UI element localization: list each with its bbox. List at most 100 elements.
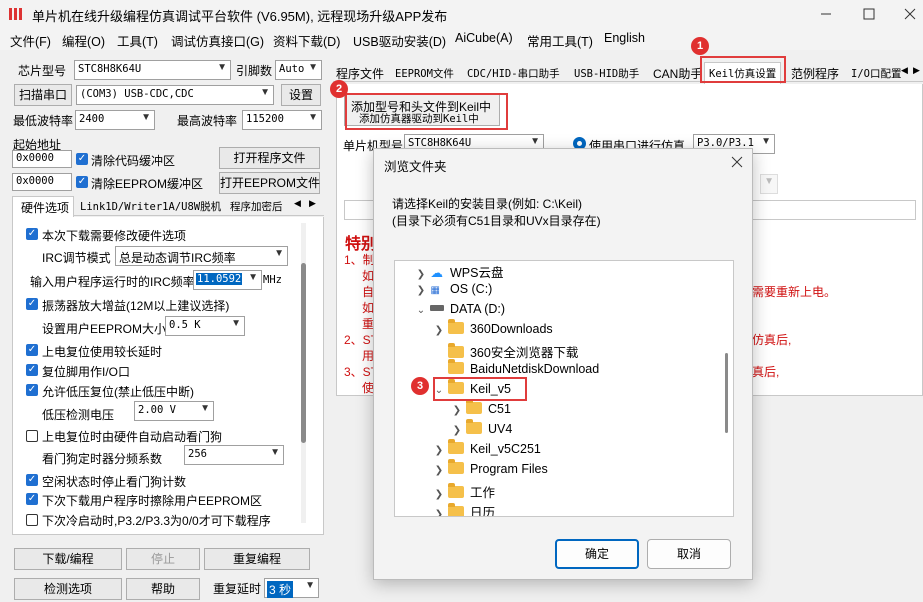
folder-icon	[448, 459, 465, 474]
download-program-button[interactable]: 下载/编程	[14, 548, 122, 570]
cold-start-checkbox[interactable]	[26, 514, 38, 526]
menu-file[interactable]: 文件(F)	[10, 31, 51, 50]
erase-eeprom-label: 下次下载用户程序时擦除用户EEPROM区	[42, 494, 263, 508]
open-eeprom-button[interactable]: 打开EEPROM文件	[219, 172, 320, 194]
menu-program[interactable]: 编程(O)	[62, 31, 105, 50]
folder-icon	[448, 483, 465, 498]
tree-item-data-d[interactable]: ⌄ DATA (D:)	[415, 302, 505, 322]
pin-count-select[interactable]: Auto ▼	[275, 60, 322, 80]
idle-stop-watchdog-checkbox[interactable]: ✓	[26, 474, 38, 486]
scan-port-button[interactable]: 扫描串口	[14, 84, 72, 106]
tree-item-calendar[interactable]: ❯ 日历	[433, 502, 495, 516]
tab-can[interactable]: CAN助手	[653, 65, 702, 82]
tree-item-uv4[interactable]: ❯ UV4	[451, 419, 512, 442]
modify-hardware-checkbox[interactable]: ✓	[26, 228, 38, 240]
tab-eeprom-file[interactable]: EEPROM文件	[395, 66, 454, 81]
modify-hardware-label: 本次下载需要修改硬件选项	[42, 229, 187, 243]
port-settings-button[interactable]: 设置	[281, 84, 321, 106]
chevron-right-icon[interactable]: ▶	[913, 65, 920, 76]
chevron-down-icon: ▼	[248, 272, 258, 283]
port-select[interactable]: (COM3) USB-CDC,CDC ▼	[76, 85, 274, 105]
tree-item-work[interactable]: ❯ 工作	[433, 482, 495, 502]
min-baud-select[interactable]: 2400 ▼	[75, 110, 155, 130]
chevron-right-icon: ❯	[452, 405, 462, 416]
osc-gain-checkbox[interactable]: ✓	[26, 298, 38, 310]
stop-button[interactable]: 停止	[126, 548, 200, 570]
chevron-down-icon: ▼	[200, 403, 210, 414]
reprogram-button[interactable]: 重复编程	[204, 548, 310, 570]
keil-tab-highlight	[700, 56, 786, 83]
tab-io-config[interactable]: I/O口配置	[851, 66, 901, 81]
window-title: 单片机在线升级编程仿真调试平台软件 (V6.95M), 远程现场升级APP发布	[32, 9, 448, 24]
tab-link1d[interactable]: Link1D/Writer1A/U8W脱机	[80, 199, 221, 214]
drive-icon	[430, 305, 445, 311]
cancel-button[interactable]: 取消	[647, 539, 731, 569]
clear-eeprom-checkbox[interactable]: ✓	[76, 176, 88, 188]
clear-eeprom-label: 清除EEPROM缓冲区	[91, 177, 204, 191]
tab-scroll-buttons[interactable]: ◀ ▶	[292, 196, 322, 212]
watchdog-auto-checkbox[interactable]	[26, 430, 38, 442]
low-voltage-select[interactable]: 2.00 V ▼	[134, 401, 214, 421]
chevron-right-icon[interactable]: ▶	[309, 198, 316, 209]
menu-english[interactable]: English	[604, 31, 645, 45]
eeprom-size-select[interactable]: 0.5 K ▼	[165, 316, 245, 336]
chevron-down-icon: ▼	[305, 580, 315, 591]
chevron-left-icon[interactable]: ◀	[294, 198, 301, 209]
eeprom-size-label: 设置用户EEPROM大小	[42, 322, 167, 336]
clear-code-checkbox[interactable]: ✓	[76, 153, 88, 165]
step-badge-2: 2	[330, 80, 348, 98]
open-program-button[interactable]: 打开程序文件	[219, 147, 320, 169]
reset-pin-io-checkbox[interactable]: ✓	[26, 364, 38, 376]
dialog-title: 浏览文件夹	[384, 160, 447, 174]
chevron-left-icon[interactable]: ◀	[901, 65, 908, 76]
dialog-close-icon[interactable]	[730, 155, 744, 169]
menu-download[interactable]: 资料下载(D)	[273, 31, 340, 50]
tree-item-360browser[interactable]: 360安全浏览器下载	[433, 342, 578, 362]
long-reset-delay-checkbox[interactable]: ✓	[26, 344, 38, 356]
code-address-input[interactable]: 0x0000	[12, 150, 72, 168]
repeat-delay-select[interactable]: 3 秒 ▼	[264, 578, 319, 598]
options-scrollbar[interactable]	[301, 223, 306, 523]
note-line: 仿真后,	[752, 333, 792, 347]
tab-program-file[interactable]: 程序文件	[336, 65, 384, 82]
tree-item-wps[interactable]: ❯ ☁ WPS云盘	[415, 262, 504, 282]
tab-cdc-serial[interactable]: CDC/HID-串口助手	[467, 66, 560, 81]
detect-options-button[interactable]: 检测选项	[14, 578, 122, 600]
menu-aicube[interactable]: AiCube(A)	[455, 31, 513, 45]
menu-common-tools[interactable]: 常用工具(T)	[527, 31, 593, 50]
tab-program-encrypt[interactable]: 程序加密后	[230, 199, 283, 214]
dialog-description-1: 请选择Keil的安装目录(例如: C:\Keil)	[392, 197, 583, 211]
chip-model-label: 芯片型号	[18, 64, 67, 78]
chevron-down-icon: ▼	[308, 112, 318, 123]
maximize-icon[interactable]	[861, 6, 877, 22]
low-voltage-reset-checkbox[interactable]: ✓	[26, 384, 38, 396]
tab-examples[interactable]: 范例程序	[791, 65, 839, 82]
minimize-icon[interactable]	[818, 6, 834, 22]
tree-item-program-files[interactable]: ❯ Program Files	[433, 459, 548, 482]
erase-eeprom-checkbox[interactable]: ✓	[26, 493, 38, 505]
irc-mode-select[interactable]: 总是动态调节IRC频率 ▼	[115, 246, 288, 266]
menu-debug[interactable]: 调试仿真接口(G)	[171, 31, 264, 50]
help-button[interactable]: 帮助	[126, 578, 200, 600]
tree-item-360downloads[interactable]: ❯ 360Downloads	[433, 319, 553, 342]
chevron-down-icon: ▼	[274, 248, 284, 259]
watchdog-prescale-select[interactable]: 256 ▼	[184, 445, 284, 465]
ok-button[interactable]: 确定	[555, 539, 639, 569]
folder-icon	[448, 319, 465, 334]
max-baud-select[interactable]: 115200 ▼	[242, 110, 322, 130]
eeprom-address-input[interactable]: 0x0000	[12, 173, 72, 191]
tree-item-os-c[interactable]: ❯ ▦ OS (C:)	[415, 282, 493, 302]
chip-model-select[interactable]: STC8H8K64U ▼	[74, 60, 231, 80]
irc-frequency-input[interactable]: 11.0592 ▼	[193, 270, 262, 290]
watchdog-auto-label: 上电复位时由硬件自动启动看门狗	[42, 430, 223, 444]
tree-scrollbar[interactable]	[725, 353, 728, 433]
menu-tools[interactable]: 工具(T)	[117, 31, 158, 50]
tab-hardware-options[interactable]: 硬件选项	[12, 196, 74, 217]
keil-button-highlight	[345, 93, 508, 130]
folder-icon	[448, 359, 465, 374]
tab-usb-hid[interactable]: USB-HID助手	[574, 66, 639, 81]
pin-count-label: 引脚数	[236, 64, 273, 78]
tree-item-c51[interactable]: ❯ C51	[451, 399, 511, 422]
close-icon[interactable]	[902, 6, 918, 22]
menu-usb-driver[interactable]: USB驱动安装(D)	[353, 31, 446, 50]
